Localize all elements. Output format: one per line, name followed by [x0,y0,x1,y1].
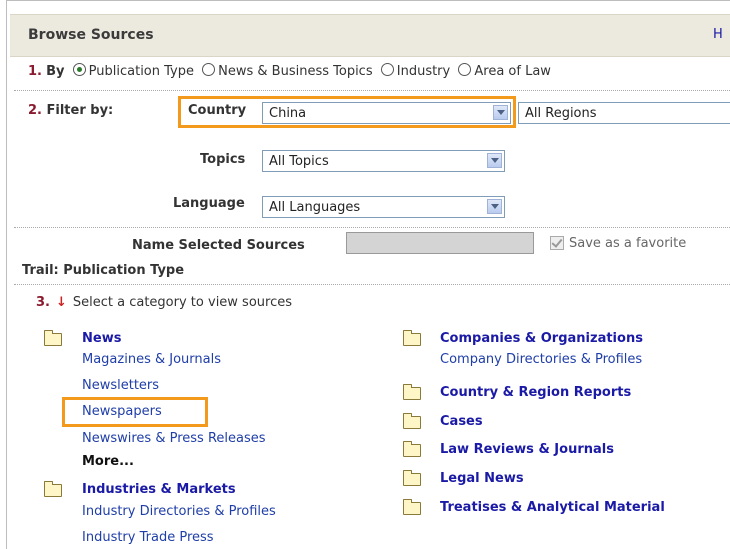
category-treatises-analytical-material[interactable]: Treatises & Analytical Material [440,500,665,515]
folder-icon [403,384,421,400]
language-label: Language [173,196,245,211]
by-label: By [46,64,65,79]
divider [14,284,730,285]
filter-label-text: Filter by: [46,103,114,118]
folder-icon [44,481,62,497]
link-industry-trade-press[interactable]: Industry Trade Press [82,530,214,545]
newspapers-highlight [62,397,208,427]
name-sources-input[interactable] [346,232,534,254]
step-3-row: 3. ↓ Select a category to view sources [36,295,292,310]
category-country-region-reports[interactable]: Country & Region Reports [440,385,631,400]
folder-icon [44,330,62,346]
folder-icon [403,330,421,346]
more-link[interactable]: More... [82,454,134,469]
radio-area-of-law[interactable] [458,63,472,76]
link-company-directories-profiles[interactable]: Company Directories & Profiles [440,352,642,367]
save-favorite-label: Save as a favorite [569,236,687,251]
folder-icon [403,470,421,486]
category-companies-organizations[interactable]: Companies & Organizations [440,331,643,346]
category-news[interactable]: News [82,331,121,346]
save-favorite-checkbox[interactable] [550,236,564,250]
link-industry-directories-profiles[interactable]: Industry Directories & Profiles [82,504,276,519]
category-industries-markets[interactable]: Industries & Markets [82,482,236,497]
page-title: Browse Sources [28,27,154,43]
name-sources-label: Name Selected Sources [132,238,305,253]
category-cases[interactable]: Cases [440,414,483,429]
radio-industry[interactable] [380,63,394,76]
option-news-business-topics[interactable]: News & Business Topics [218,64,372,79]
divider [14,90,730,91]
region-value: All Regions [525,106,597,121]
link-newswires-press-releases[interactable]: Newswires & Press Releases [82,431,266,446]
chevron-down-icon[interactable] [487,153,502,168]
arrow-down-icon: ↓ [55,295,67,310]
step-3-text: Select a category to view sources [72,295,293,310]
topics-select[interactable]: All Topics [262,150,505,172]
folder-icon [403,441,421,457]
folder-icon [403,499,421,515]
option-industry[interactable]: Industry [397,64,450,79]
folder-icon [403,413,421,429]
link-newsletters[interactable]: Newsletters [82,378,159,393]
step-number-1: 1. [28,64,42,79]
filter-by-label: 2. Filter by: [28,103,113,118]
browse-by-row: 1. By Publication Type News & Business T… [28,63,551,79]
topics-value: All Topics [269,154,329,169]
option-area-of-law[interactable]: Area of Law [474,64,551,79]
country-highlight [178,96,516,128]
panel-header: Browse Sources H [10,14,730,57]
option-publication-type[interactable]: Publication Type [89,64,194,79]
divider [14,227,730,228]
radio-publication-type[interactable] [72,63,86,76]
chevron-down-icon[interactable] [487,199,502,214]
category-law-reviews-journals[interactable]: Law Reviews & Journals [440,442,614,457]
step-number-3: 3. [36,295,50,310]
region-select[interactable]: All Regions [518,102,730,124]
topics-label: Topics [200,152,246,167]
radio-news-business-topics[interactable] [202,63,216,76]
help-link[interactable]: H [713,27,723,42]
step-number-2: 2. [28,103,42,118]
trail-text: Trail: Publication Type [22,263,185,278]
language-select[interactable]: All Languages [262,196,505,218]
language-value: All Languages [269,200,361,215]
link-magazines-journals[interactable]: Magazines & Journals [82,352,221,367]
category-legal-news[interactable]: Legal News [440,471,524,486]
